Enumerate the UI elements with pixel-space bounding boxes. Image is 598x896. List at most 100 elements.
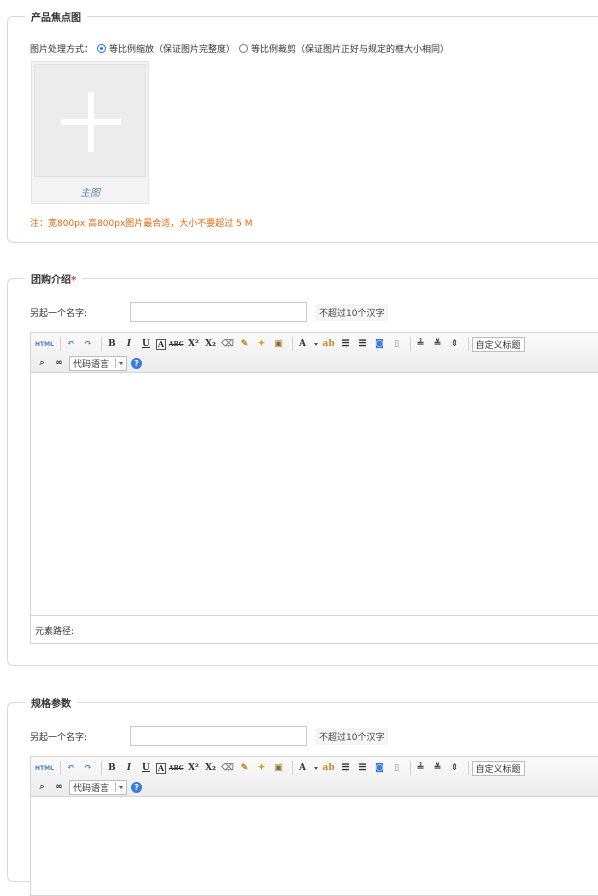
- line-height-icon[interactable]: ⇕: [448, 760, 462, 776]
- radio-crop[interactable]: [239, 44, 249, 53]
- redo-icon[interactable]: ↷: [81, 760, 95, 776]
- radio-scale-label[interactable]: 等比例缩放（保证图片完整度）: [109, 42, 235, 55]
- clear-doc-icon[interactable]: ▯: [390, 336, 404, 352]
- rich-text-editor: HTML ↶ ↷ B I U A ABC X² X₂ ⌫ ✎ ✦ ▣ A ab …: [30, 332, 598, 644]
- code-language-select[interactable]: 代码语言: [69, 355, 128, 371]
- code-language-label: 代码语言: [73, 359, 110, 370]
- section-title: 规格参数: [25, 695, 77, 710]
- binoculars-icon[interactable]: ∞: [52, 355, 66, 371]
- help-icon[interactable]: ?: [131, 357, 143, 369]
- undo-icon[interactable]: ↶: [64, 760, 78, 776]
- chevron-down-icon[interactable]: [313, 342, 318, 346]
- code-language-select[interactable]: 代码语言: [69, 779, 128, 795]
- italic-button[interactable]: I: [122, 336, 136, 352]
- chevron-down-icon: [119, 786, 124, 789]
- font-color-button[interactable]: A: [296, 760, 310, 776]
- upload-caption: 主图: [80, 188, 100, 199]
- font-color-button[interactable]: A: [296, 336, 310, 352]
- binoculars-icon[interactable]: ∞: [52, 779, 66, 795]
- search-replace-icon[interactable]: ⌕: [35, 779, 49, 795]
- paragraph-spacing-bottom-icon[interactable]: ≚: [431, 336, 445, 352]
- chevron-down-icon[interactable]: [313, 766, 318, 770]
- format-brush-icon[interactable]: ✎: [238, 336, 252, 352]
- plus-icon-vertical: [88, 92, 94, 152]
- border-a-icon[interactable]: A: [155, 762, 166, 774]
- alias-row: 另起一个名字: 不超过10个汉字: [30, 302, 389, 322]
- alias-hint: 不超过10个汉字: [315, 303, 389, 321]
- subscript-icon[interactable]: X₂: [204, 760, 218, 776]
- toolbar-divider: [100, 761, 102, 775]
- section-title: 产品焦点图: [25, 9, 87, 24]
- strikethrough-icon[interactable]: ABC: [169, 760, 184, 776]
- toolbar-divider: [291, 761, 293, 775]
- unordered-list-icon[interactable]: ☰: [356, 336, 370, 352]
- alias-input[interactable]: [130, 302, 307, 322]
- highlight-icon[interactable]: ab: [322, 336, 336, 352]
- italic-button[interactable]: I: [122, 760, 136, 776]
- search-replace-icon[interactable]: ⌕: [35, 355, 49, 371]
- toolbar-divider: [409, 761, 411, 775]
- main-image-upload[interactable]: 主图: [31, 61, 149, 204]
- superscript-icon[interactable]: X²: [187, 760, 201, 776]
- radio-crop-label[interactable]: 等比例裁剪（保证图片正好与规定的框大小相同）: [251, 42, 449, 55]
- block-quote-icon[interactable]: ◙: [373, 760, 387, 776]
- border-a-icon[interactable]: A: [155, 338, 166, 350]
- spec-params-section: 规格参数 另起一个名字: 不超过10个汉字 HTML ↶ ↷ B I U A A…: [7, 695, 598, 896]
- unordered-list-icon[interactable]: ☰: [356, 760, 370, 776]
- add-image-area[interactable]: [34, 64, 146, 177]
- processing-mode-label: 图片处理方式：: [30, 45, 94, 55]
- redo-icon[interactable]: ↷: [81, 336, 95, 352]
- alias-hint: 不超过10个汉字: [315, 727, 389, 745]
- toolbar-divider: [59, 337, 61, 351]
- underline-button[interactable]: U: [139, 760, 153, 776]
- size-note: 注：宽800px 高800px图片最合适，大小不要超过 5 M: [30, 219, 253, 229]
- format-brush-icon[interactable]: ✎: [238, 760, 252, 776]
- underline-button[interactable]: U: [139, 336, 153, 352]
- editor-content-area[interactable]: [31, 797, 598, 895]
- toolbar-divider: [100, 337, 102, 351]
- custom-heading-select[interactable]: 自定义标题: [471, 336, 525, 352]
- paste-text-icon[interactable]: ▣: [272, 336, 286, 352]
- help-icon[interactable]: ?: [131, 781, 143, 793]
- highlight-icon[interactable]: ab: [322, 760, 336, 776]
- alias-label: 另起一个名字:: [30, 308, 88, 319]
- alias-row: 另起一个名字: 不超过10个汉字: [30, 726, 389, 746]
- eraser-icon[interactable]: ⌫: [221, 336, 235, 352]
- clear-doc-icon[interactable]: ▯: [390, 760, 404, 776]
- paragraph-spacing-top-icon[interactable]: ≟: [414, 336, 428, 352]
- eraser-icon[interactable]: ⌫: [221, 760, 235, 776]
- subscript-icon[interactable]: X₂: [204, 336, 218, 352]
- section-title-text: 团购介绍: [31, 275, 71, 286]
- paragraph-spacing-bottom-icon[interactable]: ≚: [431, 760, 445, 776]
- group-intro-section: 团购介绍* 另起一个名字: 不超过10个汉字 HTML ↶ ↷ B I U A …: [7, 271, 598, 666]
- superscript-icon[interactable]: X²: [187, 336, 201, 352]
- element-path-bar: 元素路径:: [31, 615, 598, 643]
- block-quote-icon[interactable]: ◙: [373, 336, 387, 352]
- section-title: 团购介绍*: [25, 271, 83, 286]
- editor-content-area[interactable]: [31, 373, 598, 615]
- editor-toolbar: HTML ↶ ↷ B I U A ABC X² X₂ ⌫ ✎ ✦ ▣ A ab …: [31, 333, 598, 373]
- ordered-list-icon[interactable]: ☰: [339, 760, 353, 776]
- editor-toolbar: HTML ↶ ↷ B I U A ABC X² X₂ ⌫ ✎ ✦ ▣ A ab …: [31, 757, 598, 797]
- ordered-list-icon[interactable]: ☰: [339, 336, 353, 352]
- alias-input[interactable]: [130, 726, 307, 746]
- bold-button[interactable]: B: [105, 760, 119, 776]
- element-path-label: 元素路径:: [35, 627, 75, 637]
- bold-button[interactable]: B: [105, 336, 119, 352]
- strikethrough-icon[interactable]: ABC: [169, 336, 184, 352]
- auto-format-icon[interactable]: ✦: [255, 336, 269, 352]
- chevron-down-icon: [119, 362, 124, 365]
- custom-heading-select[interactable]: 自定义标题: [471, 760, 525, 776]
- toolbar-divider: [59, 761, 61, 775]
- undo-icon[interactable]: ↶: [64, 336, 78, 352]
- paragraph-spacing-top-icon[interactable]: ≟: [414, 760, 428, 776]
- toolbar-divider: [467, 761, 469, 775]
- auto-format-icon[interactable]: ✦: [255, 760, 269, 776]
- radio-scale[interactable]: [97, 44, 107, 53]
- html-source-button[interactable]: HTML: [35, 336, 54, 352]
- line-height-icon[interactable]: ⇕: [448, 336, 462, 352]
- html-source-button[interactable]: HTML: [35, 760, 54, 776]
- code-language-label: 代码语言: [73, 783, 110, 794]
- processing-mode-row: 图片处理方式： 等比例缩放（保证图片完整度） 等比例裁剪（保证图片正好与规定的框…: [30, 42, 449, 55]
- paste-text-icon[interactable]: ▣: [272, 760, 286, 776]
